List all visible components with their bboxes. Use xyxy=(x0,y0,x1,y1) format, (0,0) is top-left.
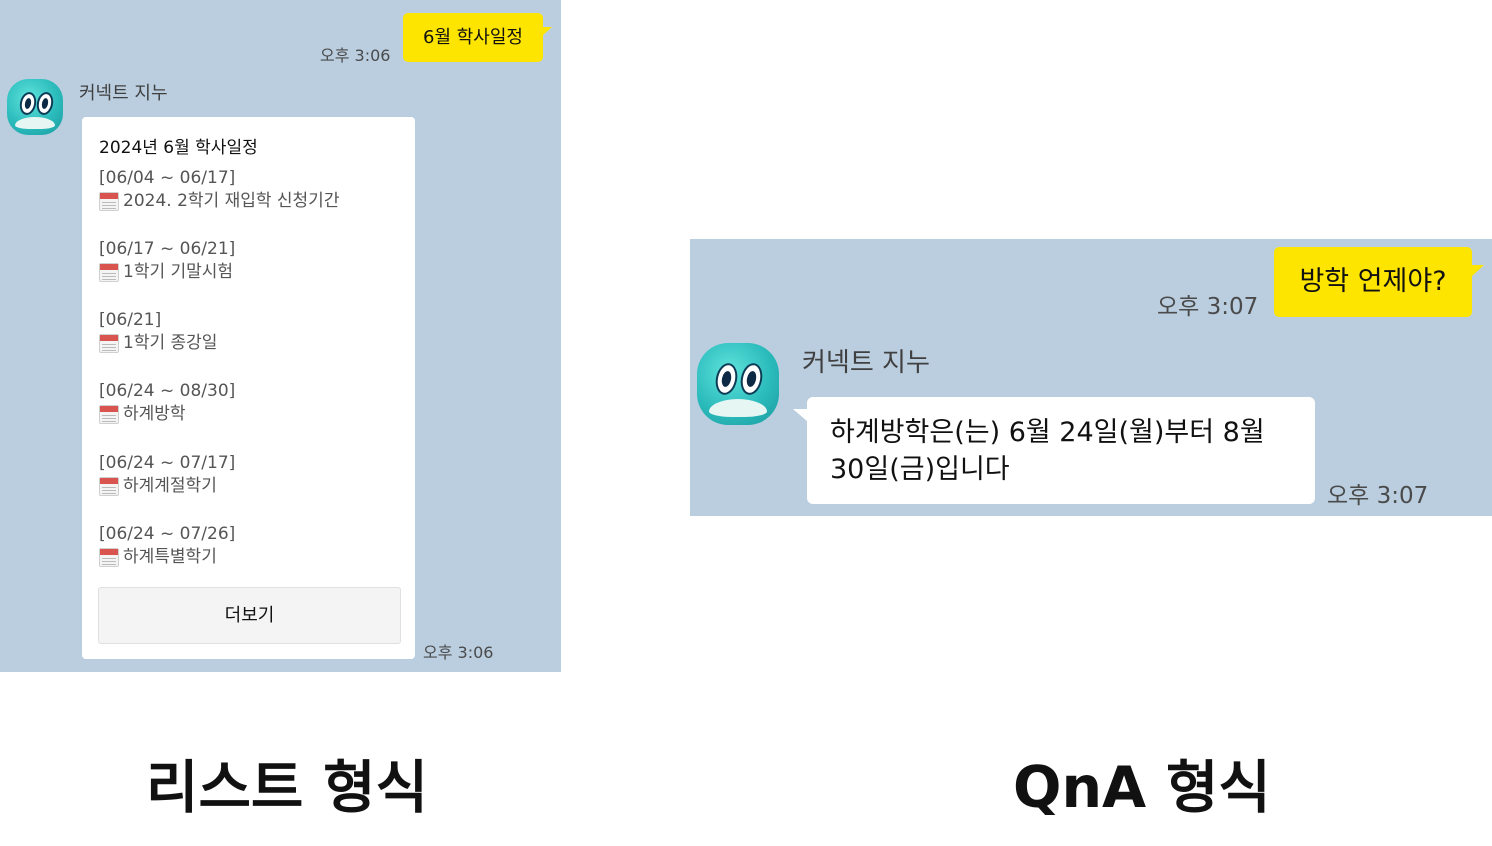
entry-date: [06/24 ~ 08/30] xyxy=(99,381,236,401)
bot-sender-name: 커넥트 지누 xyxy=(79,83,168,104)
entry-date: [06/24 ~ 07/17] xyxy=(99,453,236,473)
bot-answer-text: 하계방학은(는) 6월 24일(월)부터 8월 30일(금)입니다 xyxy=(830,417,1265,485)
user-message-time: 오후 3:06 xyxy=(320,46,391,65)
calendar-icon xyxy=(99,476,119,496)
qna-format-chat-panel: 오후 3:07 방학 언제야? 커넥트 지누 하계방학은(는) 6월 24일(월… xyxy=(690,239,1492,516)
bot-answer-bubble: 하계방학은(는) 6월 24일(월)부터 8월 30일(금)입니다 xyxy=(793,397,1315,504)
entry-text: 하계특별학기 xyxy=(123,547,217,567)
entry-text: 1학기 종강일 xyxy=(123,333,218,353)
more-button[interactable]: 더보기 xyxy=(98,587,401,644)
avatar-mouth xyxy=(709,399,767,417)
entry-date: [06/21] xyxy=(99,310,162,330)
user-message-bubble: 방학 언제야? xyxy=(1274,247,1484,317)
qna-format-caption: QnA 형식 xyxy=(1013,755,1271,821)
calendar-icon xyxy=(99,262,119,282)
user-message-time: 오후 3:07 xyxy=(1157,294,1259,320)
bot-message-time: 오후 3:06 xyxy=(423,643,494,662)
entry-date: [06/24 ~ 07/26] xyxy=(99,524,236,544)
list-item: [06/04 ~ 06/17] 2024. 2학기 재입학 신청기간 xyxy=(99,167,409,213)
calendar-icon xyxy=(99,191,119,211)
entry-date: [06/17 ~ 06/21] xyxy=(99,239,236,259)
calendar-icon xyxy=(99,333,119,353)
chatbot-avatar-icon[interactable] xyxy=(697,343,779,425)
user-message-bubble: 6월 학사일정 xyxy=(403,13,552,62)
entry-text: 1학기 기말시험 xyxy=(123,262,234,282)
entry-date: [06/04 ~ 06/17] xyxy=(99,168,236,188)
list-format-chat-panel: 오후 3:06 6월 학사일정 커넥트 지누 2024년 6월 학사일정 [06… xyxy=(0,0,561,672)
avatar-eye-right xyxy=(737,361,766,397)
entry-text: 하계방학 xyxy=(123,404,186,424)
chatbot-avatar-icon[interactable] xyxy=(7,79,63,135)
list-card-title: 2024년 6월 학사일정 xyxy=(99,138,258,158)
bot-sender-name: 커넥트 지누 xyxy=(802,348,930,378)
avatar-eye-right xyxy=(34,90,56,117)
entry-text: 하계계절학기 xyxy=(123,476,217,496)
list-item: [06/24 ~ 07/17] 하계계절학기 xyxy=(99,452,409,498)
list-item: [06/21] 1학기 종강일 xyxy=(99,309,409,355)
list-item: [06/24 ~ 08/30] 하계방학 xyxy=(99,380,409,426)
calendar-icon xyxy=(99,404,119,424)
list-format-caption: 리스트 형식 xyxy=(146,755,429,821)
avatar-eye-left xyxy=(712,361,741,397)
calendar-icon xyxy=(99,547,119,567)
bot-message-time: 오후 3:07 xyxy=(1327,483,1429,509)
avatar-mouth xyxy=(15,117,55,129)
list-item: [06/17 ~ 06/21] 1학기 기말시험 xyxy=(99,238,409,284)
avatar-eye-left xyxy=(17,90,39,117)
entry-text: 2024. 2학기 재입학 신청기간 xyxy=(123,191,340,211)
list-item: [06/24 ~ 07/26] 하계특별학기 xyxy=(99,523,409,569)
schedule-list-card: 2024년 6월 학사일정 [06/04 ~ 06/17] 2024. 2학기 … xyxy=(82,117,415,659)
